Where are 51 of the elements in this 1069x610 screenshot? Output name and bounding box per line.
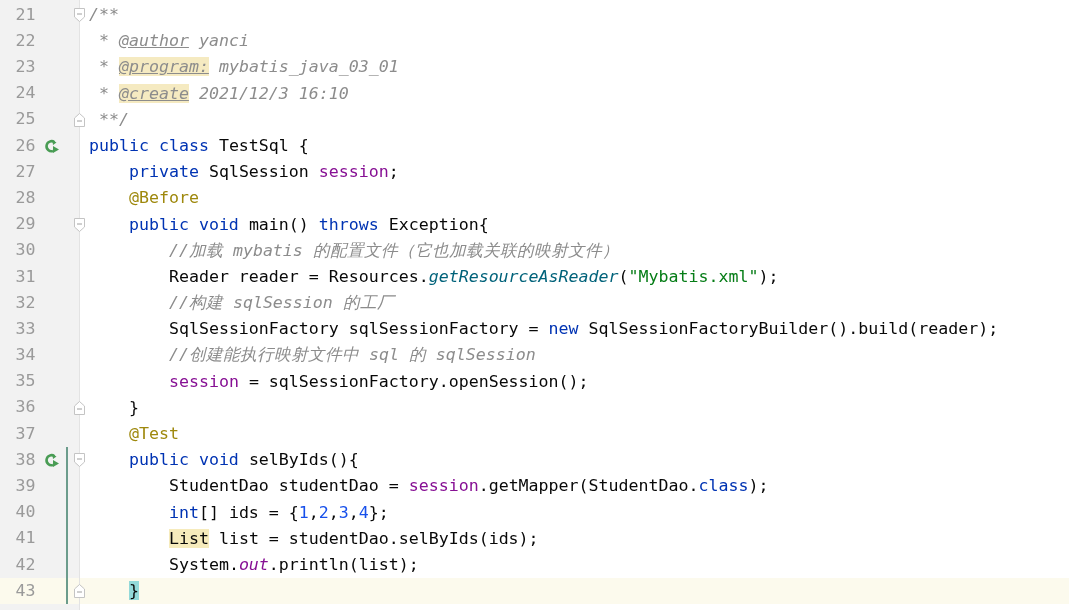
code-line: @Before (127, 187, 200, 210)
code-line: //加载 mybatis 的配置文件（它也加载关联的映射文件） (167, 239, 620, 262)
line-number: 26 (15, 134, 36, 157)
fold-icon[interactable] (74, 112, 86, 127)
code-line: public void main() throws Exception{ (127, 213, 490, 236)
fold-icon[interactable] (74, 453, 86, 468)
run-icon[interactable] (43, 452, 60, 468)
line-number: 37 (15, 422, 36, 445)
line-number: 36 (15, 396, 36, 419)
line-number: 22 (15, 29, 36, 52)
line-number: 33 (15, 317, 36, 340)
fold-icon[interactable] (74, 8, 86, 23)
code-line: List list = studentDao.selByIds(ids); (167, 527, 540, 550)
line-number: 31 (15, 265, 36, 288)
code-line: StudentDao studentDao = session.getMapper(StudentDao.class); (167, 475, 770, 498)
code-line: } (127, 396, 140, 419)
line-number: 25 (15, 108, 36, 131)
run-icon[interactable] (43, 138, 60, 154)
line-number: 39 (15, 475, 36, 497)
line-number: 28 (15, 186, 36, 209)
line-number: 24 (15, 82, 36, 105)
line-number: 35 (15, 370, 36, 393)
code-line: private SqlSession session; (127, 161, 400, 184)
code-line: public class TestSql { (88, 134, 310, 157)
code-line: //创建能执行映射文件中 sql 的 sqlSession (167, 344, 537, 367)
line-number: 21 (15, 3, 36, 26)
fold-icon[interactable] (74, 217, 86, 232)
code-line: * @author yanci (98, 30, 250, 53)
code-line: @Test (127, 423, 180, 445)
code-line: session = sqlSessionFactory.openSession(); (167, 370, 590, 393)
code-line: int[] ids = {1,2,3,4}; (167, 501, 390, 524)
code-line: Reader reader = Resources.getResourceAsReader("Mybatis.xml"); (167, 265, 780, 288)
line-number: 32 (15, 291, 36, 314)
code-line: public void selByIds(){ (127, 449, 360, 472)
code-line: **/ (98, 108, 130, 131)
line-number: 29 (15, 213, 36, 236)
code-line: System.out.println(list); (167, 553, 420, 576)
line-number: 40 (15, 501, 36, 524)
fold-icon[interactable] (74, 584, 86, 599)
line-number: 23 (15, 56, 36, 78)
fold-icon[interactable] (74, 400, 86, 415)
code-line: /** (88, 4, 120, 26)
line-number: 34 (15, 344, 36, 367)
line-number: 41 (15, 527, 36, 550)
code-line: //构建 sqlSession 的工厂 (167, 292, 397, 315)
line-number: 30 (15, 239, 36, 262)
line-number: 42 (15, 553, 36, 576)
code-line: SqlSessionFactory sqlSessionFactory = new SqlSessionFactoryBuilder().build(reader); (167, 318, 1000, 341)
line-number: 27 (15, 160, 36, 183)
line-number: 43 (15, 579, 36, 602)
line-number: 38 (15, 448, 36, 471)
